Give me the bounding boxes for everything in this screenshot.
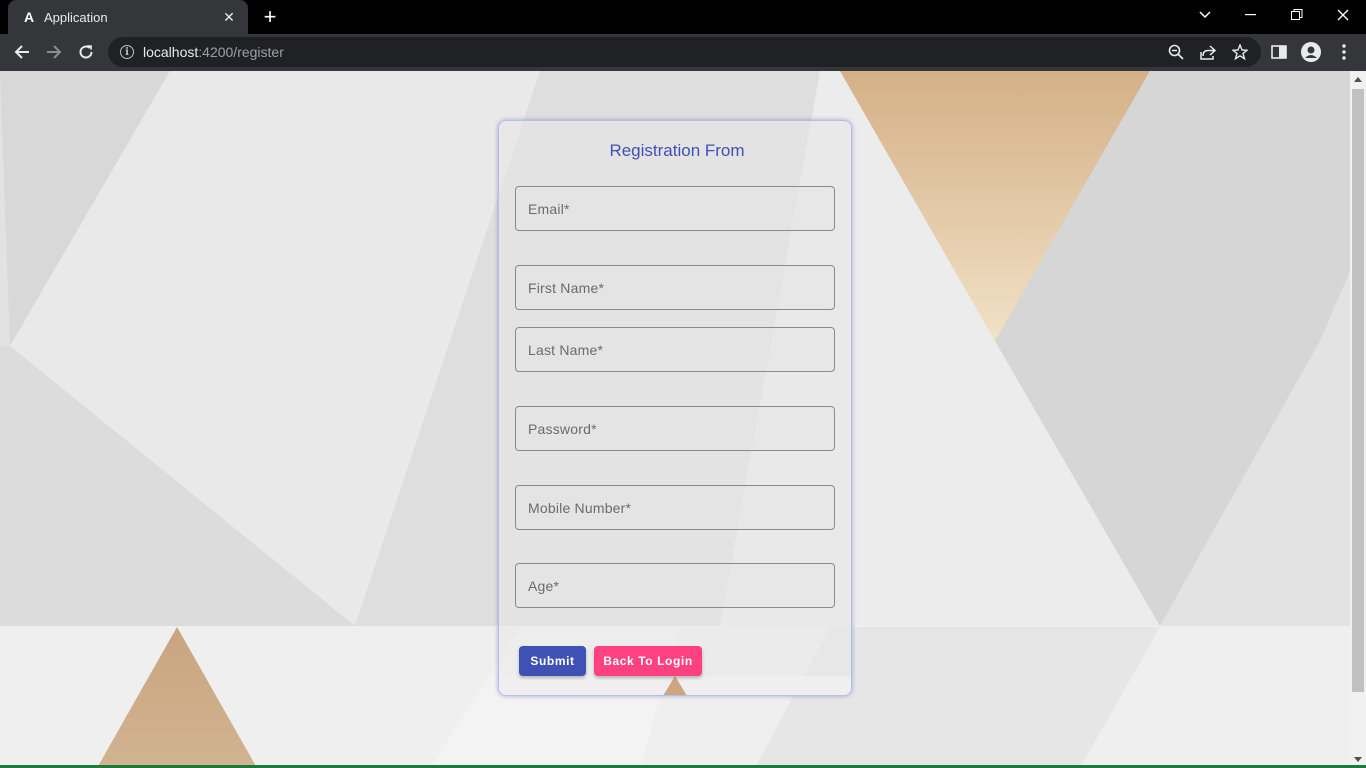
site-info-icon[interactable]: i [120, 45, 134, 59]
profile-avatar-icon[interactable] [1301, 42, 1321, 62]
email-placeholder: Email* [528, 200, 570, 217]
form-title: Registration From [609, 141, 745, 160]
age-field[interactable]: Age* [515, 563, 835, 608]
card-footer-strip [499, 676, 851, 695]
mobile-number-placeholder: Mobile Number* [528, 499, 632, 516]
tab-search-icon[interactable] [1182, 0, 1228, 30]
angular-favicon-icon: A [23, 9, 35, 25]
password-field[interactable]: Password* [515, 406, 835, 451]
url-text: localhost:4200/register [143, 44, 284, 60]
scrollbar-thumb[interactable] [1352, 89, 1364, 692]
email-field[interactable]: Email* [515, 186, 835, 231]
menu-kebab-icon[interactable] [1334, 42, 1354, 62]
vertical-scrollbar[interactable] [1350, 71, 1366, 768]
bookmark-star-icon[interactable] [1231, 43, 1249, 61]
new-tab-icon[interactable]: + [258, 6, 282, 28]
scroll-up-arrow-icon[interactable] [1354, 77, 1362, 82]
submit-button[interactable]: Submit [519, 646, 586, 676]
tab-title: Application [44, 9, 108, 25]
scroll-down-arrow-icon[interactable] [1354, 757, 1362, 762]
password-placeholder: Password* [528, 420, 597, 437]
side-panel-icon[interactable] [1269, 42, 1289, 62]
minimize-icon[interactable] [1228, 0, 1274, 30]
address-bar[interactable]: i localhost:4200/register [108, 37, 1261, 67]
browser-toolbar: i localhost:4200/register [0, 34, 1366, 71]
back-arrow-icon[interactable] [8, 38, 36, 66]
first-name-placeholder: First Name* [528, 279, 605, 296]
forward-arrow-icon[interactable] [40, 38, 68, 66]
reload-icon[interactable] [72, 38, 100, 66]
last-name-field[interactable]: Last Name* [515, 327, 835, 372]
close-tab-icon[interactable]: ✕ [220, 9, 238, 26]
age-placeholder: Age* [528, 577, 560, 594]
page-viewport: Registration From Email* First Name* Las… [0, 71, 1350, 768]
zoom-icon[interactable] [1168, 44, 1184, 60]
mobile-number-field[interactable]: Mobile Number* [515, 485, 835, 530]
browser-tab[interactable]: A Application ✕ [8, 0, 248, 34]
last-name-placeholder: Last Name* [528, 341, 604, 358]
registration-card: Registration From Email* First Name* Las… [498, 120, 852, 696]
close-window-icon[interactable] [1320, 0, 1366, 30]
restore-icon[interactable] [1274, 0, 1320, 30]
tab-strip: A Application ✕ + [0, 0, 1366, 34]
back-to-login-button[interactable]: Back To Login [594, 646, 702, 676]
share-icon[interactable] [1200, 44, 1217, 60]
first-name-field[interactable]: First Name* [515, 265, 835, 310]
